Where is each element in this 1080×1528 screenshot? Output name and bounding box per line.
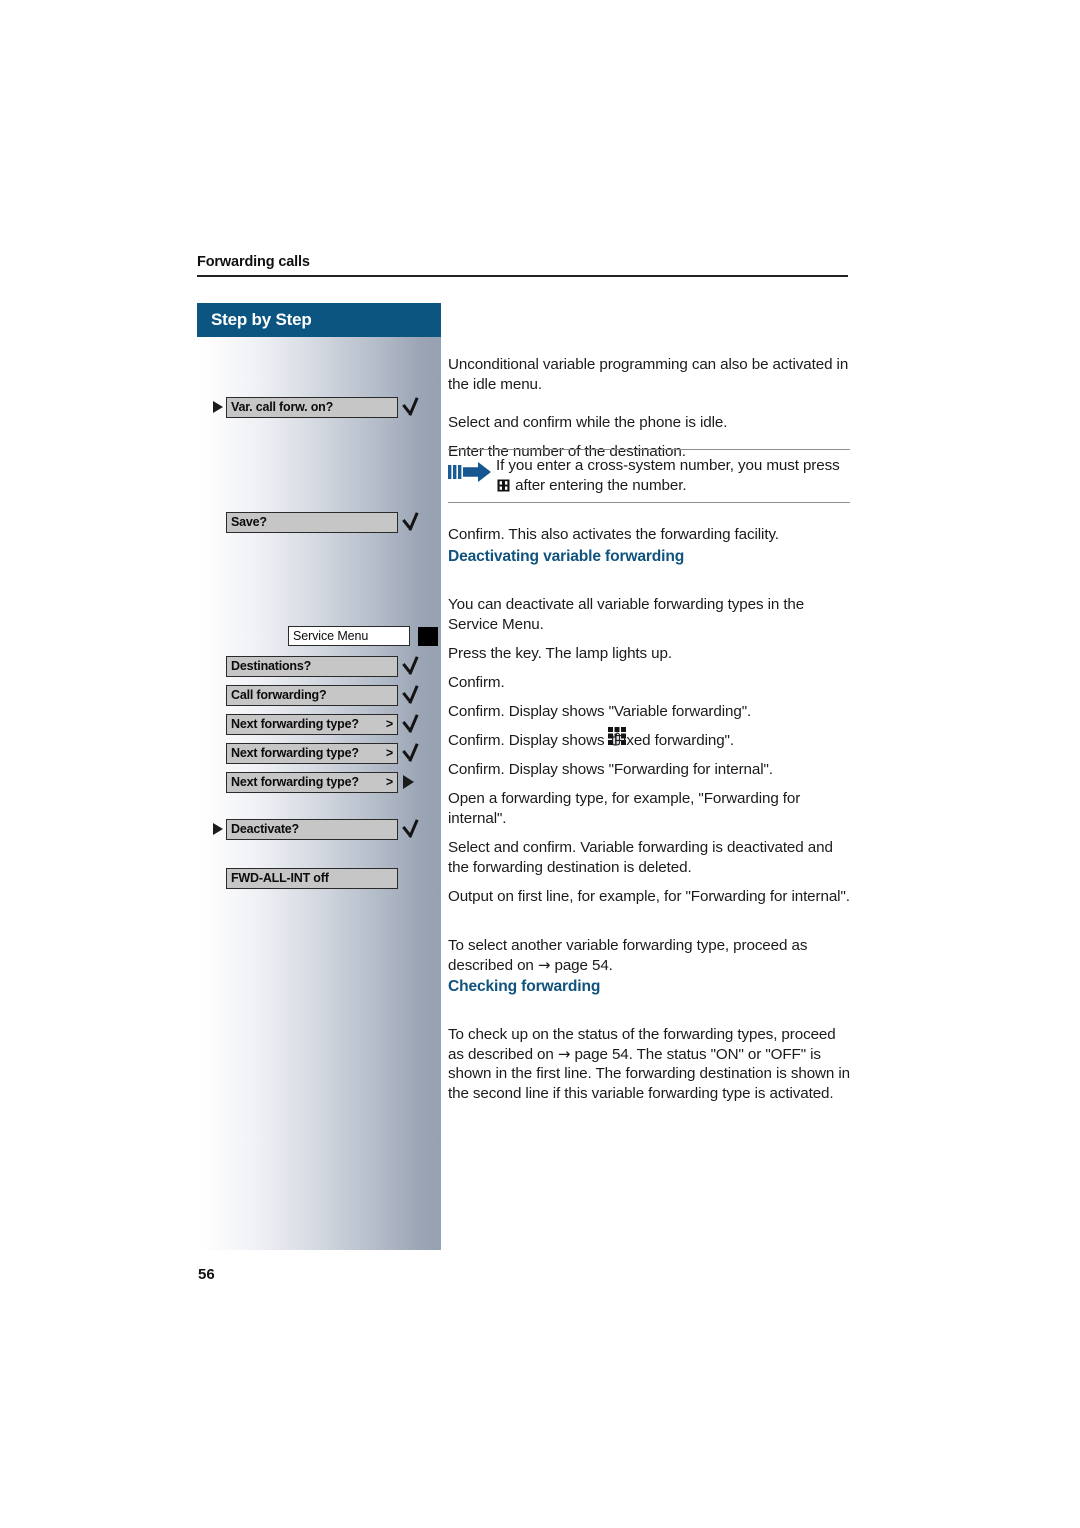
display-label: Next forwarding type? [231, 775, 359, 789]
sidebar-row-service-menu[interactable]: Service Menu [288, 626, 438, 646]
paragraph-confirm-variable: Confirm. Display shows "Variable forward… [448, 703, 752, 721]
paragraph-open-type: Open a forwarding type, for example, "Fo… [448, 790, 801, 827]
running-head: Forwarding calls [197, 254, 848, 277]
heading-deactivating-variable-forwarding: Deactivating variable forwarding [448, 548, 685, 565]
paragraph-confirm-internal: Confirm. Display shows "Forwarding for i… [448, 761, 773, 779]
paragraph-press-key-lamp: Press the key. The lamp lights up. [448, 645, 672, 663]
paragraph-intro: Unconditional variable programming can a… [448, 356, 849, 393]
step-by-step-header: Step by Step [197, 303, 441, 337]
phone-display-var-call-forw-on: Var. call forw. on? [226, 396, 398, 418]
display-chevron: > [385, 775, 393, 789]
phone-display-fwd-all-int-off: FWD-ALL-INT off [226, 867, 398, 889]
phone-display-call-forwarding: Call forwarding? [226, 684, 398, 706]
note-callout: If you enter a cross-system number, you … [448, 449, 850, 504]
page-ref-arrow-icon: → [537, 955, 551, 974]
confirm-check-icon [398, 818, 428, 840]
select-triangle-placeholder [211, 771, 226, 793]
confirm-check-icon [398, 713, 428, 735]
no-mark [398, 867, 428, 889]
sidebar-row-next-forwarding-type-1[interactable]: Next forwarding type? > [211, 713, 428, 735]
step-by-step-sidebar: Step by Step Var. call forw. on? Save? S… [197, 303, 626, 1250]
paragraph-confirm-fixed: Confirm. Display shows "Fixed forwarding… [448, 732, 734, 750]
phone-display-next-forwarding-type-3: Next forwarding type? > [226, 771, 398, 793]
paragraph-output-first-line: Output on first line, for example, for "… [448, 888, 850, 906]
heading-checking-forwarding: Checking forwarding [448, 978, 601, 995]
sidebar-row-fwd-all-int-off: FWD-ALL-INT off [211, 867, 428, 889]
sidebar-row-next-forwarding-type-3[interactable]: Next forwarding type? > [211, 771, 428, 793]
sidebar-row-next-forwarding-type-2[interactable]: Next forwarding type? > [211, 742, 428, 764]
select-triangle-placeholder [211, 511, 226, 533]
display-label: Next forwarding type? [231, 717, 359, 731]
sidebar-row-save[interactable]: Save? [211, 511, 428, 533]
phone-display-next-forwarding-type-1: Next forwarding type? > [226, 713, 398, 735]
sidebar-row-call-forwarding[interactable]: Call forwarding? [211, 684, 428, 706]
select-triangle-placeholder [211, 867, 226, 889]
select-triangle-placeholder [211, 713, 226, 735]
display-chevron: > [385, 717, 393, 731]
display-label: Save? [231, 515, 267, 529]
confirm-check-icon [398, 396, 428, 418]
phone-display-deactivate: Deactivate? [226, 818, 398, 840]
select-triangle-placeholder [211, 742, 226, 764]
sidebar-gradient-panel [197, 337, 441, 1250]
confirm-check-icon [398, 511, 428, 533]
sidebar-row-var-call-forw-on[interactable]: Var. call forw. on? [211, 396, 428, 418]
paragraph-deactivate-all: You can deactivate all variable forwardi… [448, 596, 805, 633]
page-ref-54: page 54. [554, 956, 613, 974]
note-text-after-key: after entering the number. [515, 477, 687, 495]
sidebar-row-deactivate[interactable]: Deactivate? [211, 818, 428, 840]
display-label: Service Menu [293, 629, 369, 643]
select-triangle-icon [211, 396, 226, 418]
confirm-check-icon [398, 655, 428, 677]
display-label: Deactivate? [231, 822, 299, 836]
paragraph-confirm: Confirm. [448, 674, 505, 692]
phone-display-destinations: Destinations? [226, 655, 398, 677]
note-content: If you enter a cross-system number, you … [448, 450, 850, 502]
confirm-check-icon [398, 684, 428, 706]
running-head-title: Forwarding calls [197, 254, 310, 270]
running-head-rule [197, 275, 848, 277]
select-triangle-placeholder [211, 684, 226, 706]
display-label: Destinations? [231, 659, 312, 673]
display-label: Var. call forw. on? [231, 400, 334, 414]
paragraph-confirm-activates: Confirm. This also activates the forward… [448, 526, 779, 544]
inline-key-icon [497, 479, 510, 492]
document-page: Forwarding calls Step by Step Var. call … [0, 0, 1080, 1528]
select-triangle-placeholder [211, 655, 226, 677]
service-menu-key-icon [418, 626, 438, 646]
paragraph-select-another-type: To select another variable forwarding ty… [448, 936, 850, 975]
select-triangle-icon [211, 818, 226, 840]
sidebar-row-destinations[interactable]: Destinations? [211, 655, 428, 677]
paragraph-checking-status: To check up on the status of the forward… [448, 1025, 850, 1103]
page-ref-arrow-icon: → [557, 1044, 571, 1063]
note-text-before-key: If you enter a cross-system number, you … [496, 457, 840, 475]
confirm-check-icon [398, 742, 428, 764]
display-label: Call forwarding? [231, 688, 327, 702]
paragraph-select-confirm-idle: Select and confirm while the phone is id… [448, 414, 728, 432]
text-before-page-ref: To select another variable forwarding ty… [448, 937, 808, 974]
phone-display-service-menu: Service Menu [288, 626, 410, 646]
note-arrow-icon [448, 456, 496, 488]
open-triangle-icon [398, 771, 428, 793]
step-by-step-title: Step by Step [211, 310, 312, 329]
note-bottom-rule [448, 501, 850, 504]
display-label: FWD-ALL-INT off [231, 871, 329, 885]
phone-display-next-forwarding-type-2: Next forwarding type? > [226, 742, 398, 764]
display-label: Next forwarding type? [231, 746, 359, 760]
note-text: If you enter a cross-system number, you … [496, 456, 850, 496]
phone-display-save: Save? [226, 511, 398, 533]
paragraph-select-confirm-deactivated: Select and confirm. Variable forwarding … [448, 839, 833, 876]
display-chevron: > [385, 746, 393, 760]
page-number: 56 [198, 1266, 215, 1283]
